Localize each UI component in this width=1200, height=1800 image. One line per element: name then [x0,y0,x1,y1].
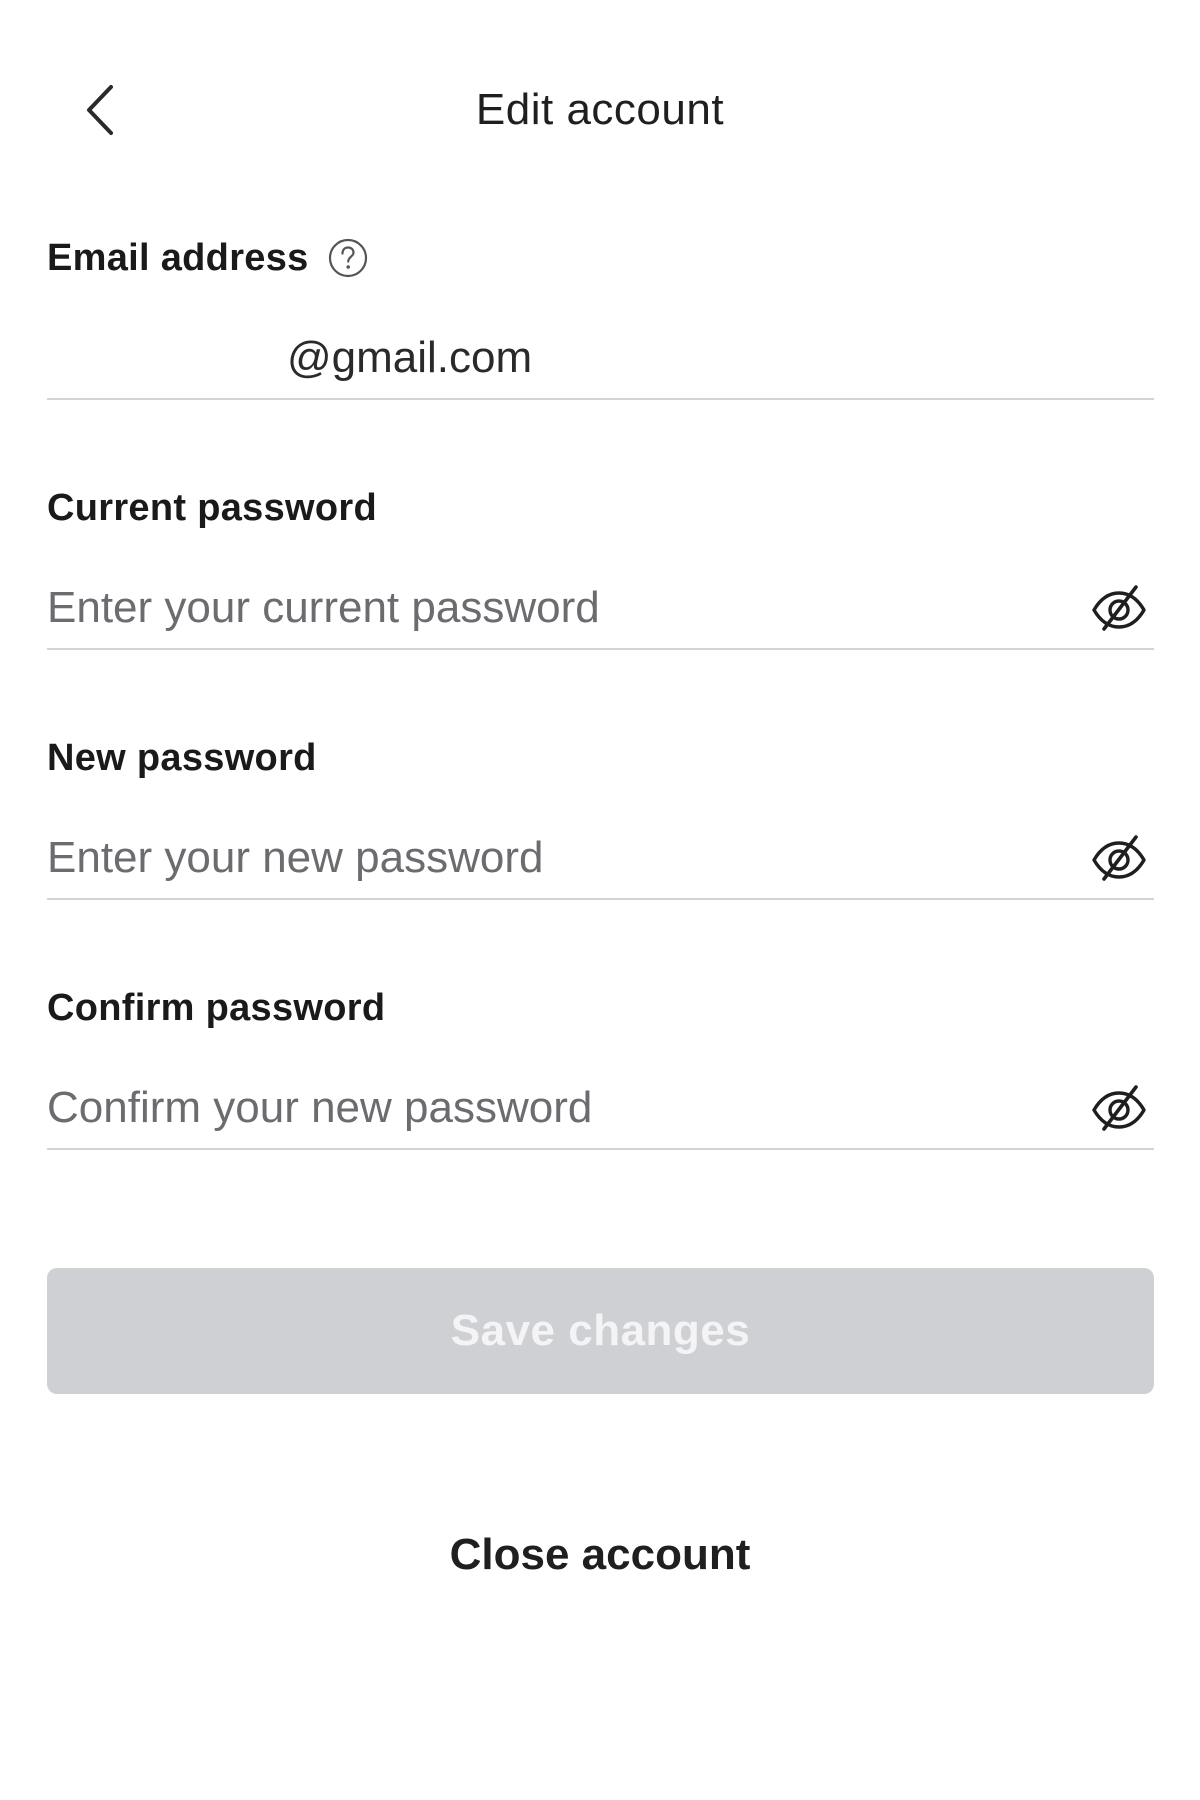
eye-slash-icon[interactable] [1084,573,1154,643]
confirm-password-label: Confirm password [47,986,386,1029]
chevron-left-icon [83,83,117,137]
save-changes-button[interactable]: Save changes [47,1268,1154,1394]
new-password-input-row [47,818,1154,900]
new-password-label-row: New password [47,730,317,786]
page-title: Edit account [475,85,725,134]
current-password-label: Current password [47,486,377,529]
eye-slash-icon[interactable] [1084,823,1154,893]
email-label-row: Email address [47,230,369,286]
new-password-input[interactable] [47,823,1084,893]
current-password-input[interactable] [47,573,1084,643]
new-password-label: New password [47,736,317,779]
current-password-label-row: Current password [47,480,377,536]
close-account-link[interactable]: Close account [0,1520,1200,1590]
back-button[interactable] [70,80,130,140]
email-value[interactable]: @gmail.com [47,323,1154,393]
header: Edit account [0,60,1200,160]
email-label: Email address [47,236,309,279]
confirm-password-label-row: Confirm password [47,980,385,1036]
email-input-row: @gmail.com [47,318,1154,400]
edit-account-screen: Edit account Email address @gmail.com Cu… [0,0,1200,1800]
question-circle-icon[interactable] [327,237,369,279]
confirm-password-input[interactable] [47,1073,1084,1143]
current-password-input-row [47,568,1154,650]
eye-slash-icon[interactable] [1084,1073,1154,1143]
confirm-password-input-row [47,1068,1154,1150]
